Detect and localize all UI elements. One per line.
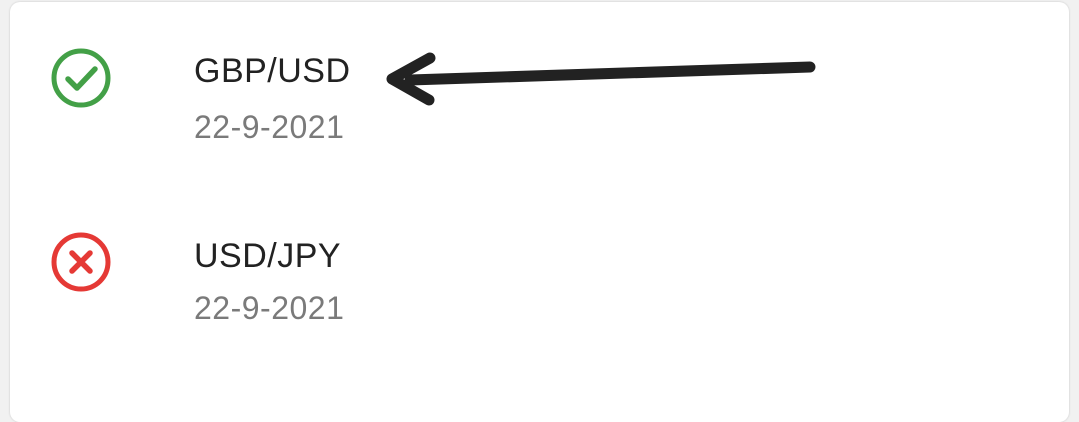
currency-pair-label: GBP/USD (194, 52, 351, 90)
trade-list-card: GBP/USD 22-9-2021 USD/JPY 22-9-2021 (10, 2, 1069, 422)
x-circle-icon (51, 232, 111, 292)
trade-date: 22-9-2021 (194, 290, 345, 326)
arrow-left-icon (386, 52, 816, 106)
currency-pair-label: USD/JPY (194, 237, 342, 275)
trade-date: 22-9-2021 (194, 109, 345, 145)
list-item[interactable]: USD/JPY 22-9-2021 (10, 182, 1069, 332)
check-circle-icon (51, 48, 111, 108)
